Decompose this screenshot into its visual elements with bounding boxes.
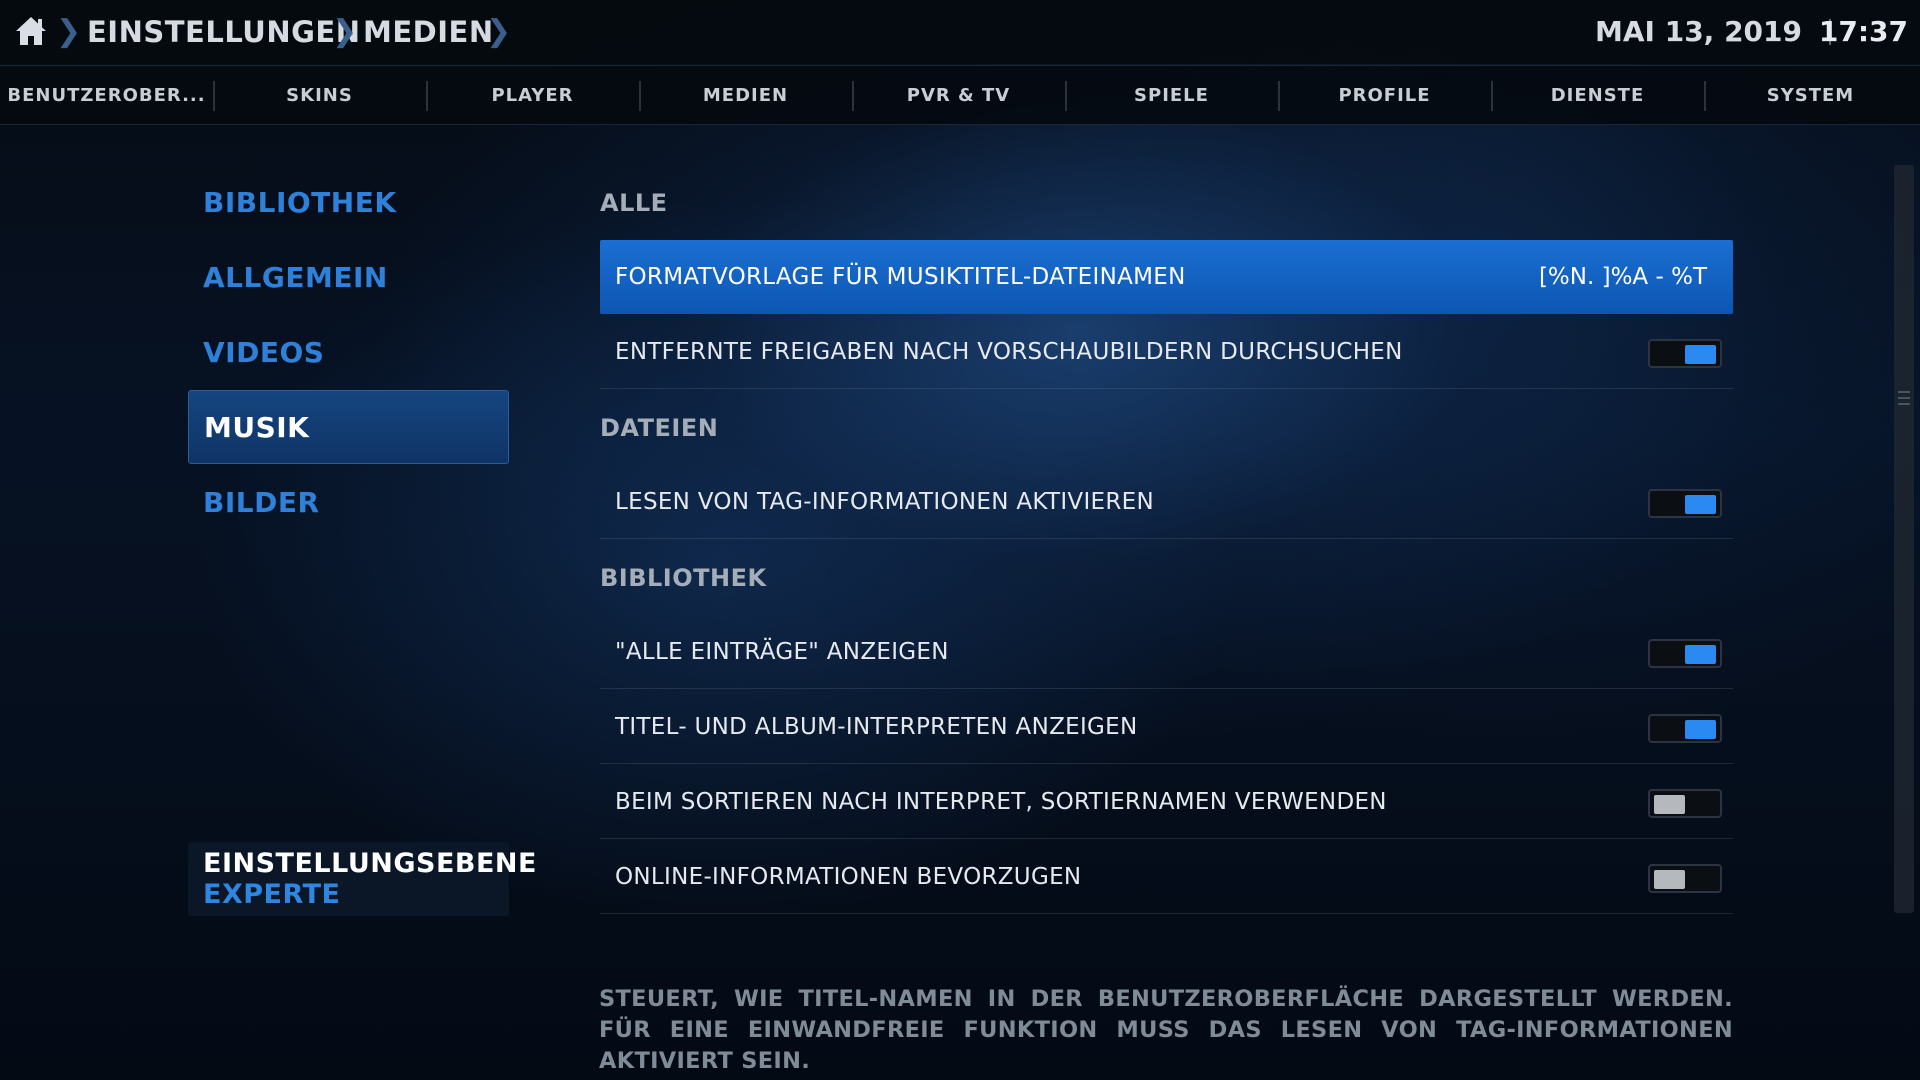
- date-display: Mai 13, 2019: [1595, 15, 1802, 48]
- setting-value: [%N. ]%A - %T: [1538, 264, 1707, 290]
- setting-row-prefer-online-info[interactable]: Online-Informationen bevorzugen: [600, 840, 1733, 914]
- setting-description: Steuert, wie Titel-Namen in der Benutzer…: [599, 986, 1733, 1074]
- setting-row-show-all-items[interactable]: "Alle Einträge" anzeigen: [600, 615, 1733, 689]
- setting-row-read-tag-info[interactable]: Lesen von Tag-Informationen aktivieren: [600, 465, 1733, 539]
- tab-services[interactable]: Dienste: [1491, 66, 1704, 124]
- toggle-switch[interactable]: [1648, 639, 1722, 668]
- tab-media[interactable]: Medien: [639, 66, 852, 124]
- kodi-settings-screen: ❯ Einstellungen ❯ Medien ❯ Mai 13, 2019 …: [0, 0, 1920, 1080]
- toggle-switch[interactable]: [1648, 864, 1722, 893]
- group-label-files: Dateien: [600, 414, 719, 442]
- setting-label: Online-Informationen bevorzugen: [615, 864, 1082, 890]
- setting-row-track-naming-format[interactable]: Formatvorlage für Musiktitel-Dateinamen …: [600, 240, 1733, 314]
- tab-interface[interactable]: Benutzerober...: [0, 66, 213, 124]
- toggle-knob: [1685, 720, 1716, 739]
- setting-label: Beim Sortieren nach Interpret, Sortierna…: [615, 789, 1387, 815]
- tab-pvr-tv[interactable]: PVR & TV: [852, 66, 1065, 124]
- setting-label: Formatvorlage für Musiktitel-Dateinamen: [615, 264, 1186, 290]
- tab-player[interactable]: Player: [426, 66, 639, 124]
- tab-skins[interactable]: Skins: [213, 66, 426, 124]
- toggle-knob: [1685, 645, 1716, 664]
- toggle-switch[interactable]: [1648, 789, 1722, 818]
- top-bar: ❯ Einstellungen ❯ Medien ❯ Mai 13, 2019 …: [0, 0, 1920, 64]
- settings-tab-bar: Benutzerober... Skins Player Medien PVR …: [0, 65, 1920, 125]
- setting-label: Entfernte Freigaben nach Vorschaubildern…: [615, 339, 1403, 365]
- sidebar-item-pictures[interactable]: Bilder: [188, 465, 509, 539]
- sidebar-item-music[interactable]: Musik: [188, 390, 509, 464]
- group-label-all: Alle: [600, 189, 668, 217]
- clock-display: 17:37: [1818, 15, 1908, 48]
- scrollbar[interactable]: [1894, 165, 1914, 913]
- tab-profiles[interactable]: Profile: [1278, 66, 1491, 124]
- tab-games[interactable]: Spiele: [1065, 66, 1278, 124]
- toggle-knob: [1685, 495, 1716, 514]
- toggle-switch[interactable]: [1648, 489, 1722, 518]
- toggle-knob: [1685, 345, 1716, 364]
- sidebar-item-general[interactable]: Allgemein: [188, 240, 509, 314]
- settings-level-button[interactable]: Einstellungsebene Experte: [188, 842, 537, 916]
- setting-row-scan-remote-thumbnails[interactable]: Entfernte Freigaben nach Vorschaubildern…: [600, 315, 1733, 389]
- breadcrumb-media[interactable]: Medien: [363, 12, 494, 52]
- settings-level-title: Einstellungsebene: [203, 848, 537, 879]
- breadcrumb-chevron-icon: ❯: [486, 14, 512, 49]
- group-label-library: Bibliothek: [600, 564, 767, 592]
- sidebar-item-library[interactable]: Bibliothek: [188, 165, 509, 239]
- breadcrumb-chevron-icon: ❯: [332, 14, 358, 49]
- setting-row-show-song-album-artists[interactable]: Titel- und Album-Interpreten anzeigen: [600, 690, 1733, 764]
- breadcrumb-chevron-icon: ❯: [56, 14, 82, 49]
- setting-label: Titel- und Album-Interpreten anzeigen: [615, 714, 1138, 740]
- setting-row-use-artist-sortname[interactable]: Beim Sortieren nach Interpret, Sortierna…: [600, 765, 1733, 839]
- sidebar-item-videos[interactable]: Videos: [188, 315, 509, 389]
- home-icon[interactable]: [14, 14, 48, 48]
- toggle-switch[interactable]: [1648, 714, 1722, 743]
- settings-level-value: Experte: [203, 879, 341, 910]
- setting-label: "Alle Einträge" anzeigen: [615, 639, 949, 665]
- breadcrumb-settings[interactable]: Einstellungen: [87, 12, 360, 52]
- setting-label: Lesen von Tag-Informationen aktivieren: [615, 489, 1154, 515]
- tab-system[interactable]: System: [1704, 66, 1917, 124]
- toggle-switch[interactable]: [1648, 339, 1722, 368]
- scrollbar-grip-icon[interactable]: [1898, 391, 1910, 405]
- toggle-knob: [1654, 795, 1685, 814]
- toggle-knob: [1654, 870, 1685, 889]
